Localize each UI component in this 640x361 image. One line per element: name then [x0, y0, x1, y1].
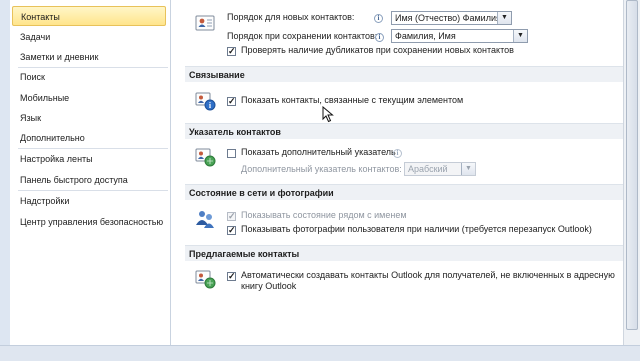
vertical-scrollbar[interactable] [623, 0, 640, 360]
select-value: Имя (Отчество) Фамилия [395, 13, 501, 23]
show-status-label: Показывать состояние рядом с именем [241, 210, 407, 220]
show-additional-index-checkbox[interactable] [227, 149, 236, 158]
sidebar-item-label: Заметки и дневник [20, 52, 99, 62]
show-linked-contacts-label: Показать контакты, связанные с текущим э… [241, 95, 464, 105]
section-linking-header: Связывание [185, 66, 625, 82]
chevron-down-icon: ▼ [461, 163, 475, 175]
sidebar-item-label: Надстройки [20, 196, 70, 206]
show-linked-contacts-checkbox[interactable]: ✓ [227, 97, 236, 106]
save-contacts-order-select[interactable]: Фамилия, Имя ▼ [391, 29, 528, 43]
sidebar-item-label: Поиск [20, 72, 45, 82]
dialog-bottom-bar [0, 345, 640, 361]
check-duplicates-checkbox[interactable]: ✓ [227, 47, 236, 56]
linked-contacts-icon: i [195, 92, 216, 111]
sidebar-item-label: Настройка ленты [20, 154, 93, 164]
suggested-contacts-icon [195, 270, 216, 289]
people-presence-icon [196, 211, 214, 228]
new-contacts-order-label: Порядок для новых контактов: [227, 12, 355, 22]
info-icon: i [375, 33, 384, 42]
sidebar-item-search[interactable]: Поиск [12, 67, 166, 87]
sidebar-item-label: Панель быстрого доступа [20, 175, 128, 185]
auto-create-contacts-label-line1: Автоматически создавать контакты Outlook… [241, 270, 615, 280]
select-value: Арабский [408, 164, 448, 174]
sidebar-item-addins[interactable]: Надстройки [12, 191, 166, 211]
sidebar-item-label: Контакты [21, 12, 60, 22]
sidebar-item-notes-journal[interactable]: Заметки и дневник [12, 47, 166, 67]
scrollbar-thumb[interactable] [626, 0, 638, 330]
select-value: Фамилия, Имя [395, 31, 456, 41]
section-presence-header: Состояние в сети и фотографии [185, 184, 625, 200]
sidebar-item-label: Задачи [20, 32, 51, 42]
additional-index-label: Дополнительный указатель контактов: [241, 164, 402, 174]
section-contact-index-header: Указатель контактов [185, 123, 625, 139]
sidebar-item-label: Дополнительно [20, 133, 85, 143]
save-contacts-order-label: Порядок при сохранении контактов: [227, 31, 378, 41]
chevron-down-icon: ▼ [497, 12, 511, 24]
sidebar-item-advanced[interactable]: Дополнительно [12, 128, 166, 148]
show-status-checkbox[interactable]: ✓ [227, 212, 236, 221]
auto-create-contacts-label-line2: книгу Outlook [241, 281, 297, 291]
auto-create-contacts-checkbox[interactable]: ✓ [227, 272, 236, 281]
show-additional-index-label: Показать дополнительный указатель [241, 147, 396, 157]
sidebar-item-trust-center[interactable]: Центр управления безопасностью [12, 212, 166, 232]
sidebar-item-language[interactable]: Язык [12, 108, 166, 128]
sidebar-item-label: Центр управления безопасностью [20, 217, 164, 227]
show-photos-label: Показывать фотографии пользователя при н… [241, 224, 592, 234]
show-photos-checkbox[interactable]: ✓ [227, 226, 236, 235]
mouse-cursor-icon [322, 106, 334, 123]
info-icon: i [374, 14, 383, 23]
sidebar-item-quick-access[interactable]: Панель быстрого доступа [12, 170, 166, 190]
sidebar-item-label: Язык [20, 113, 42, 123]
info-icon: i [393, 149, 402, 158]
options-sidebar: Контакты Задачи Заметки и дневник Поиск … [10, 0, 171, 360]
sidebar-item-label: Мобильные [20, 93, 70, 103]
chevron-down-icon: ▼ [513, 30, 527, 42]
options-content: Порядок для новых контактов: i Имя (Отче… [171, 0, 625, 360]
contact-index-icon [195, 148, 216, 167]
sidebar-item-tasks[interactable]: Задачи [12, 27, 166, 47]
new-contacts-order-select[interactable]: Имя (Отчество) Фамилия ▼ [391, 11, 512, 25]
sidebar-item-contacts[interactable]: Контакты [12, 6, 166, 26]
contact-card-icon [195, 15, 215, 31]
sidebar-item-mobile[interactable]: Мобильные [12, 88, 166, 108]
sidebar-item-customize-ribbon[interactable]: Настройка ленты [12, 149, 166, 169]
section-suggested-header: Предлагаемые контакты [185, 245, 625, 261]
check-duplicates-label: Проверять наличие дубликатов при сохране… [241, 45, 514, 55]
additional-index-select[interactable]: Арабский ▼ [404, 162, 476, 176]
